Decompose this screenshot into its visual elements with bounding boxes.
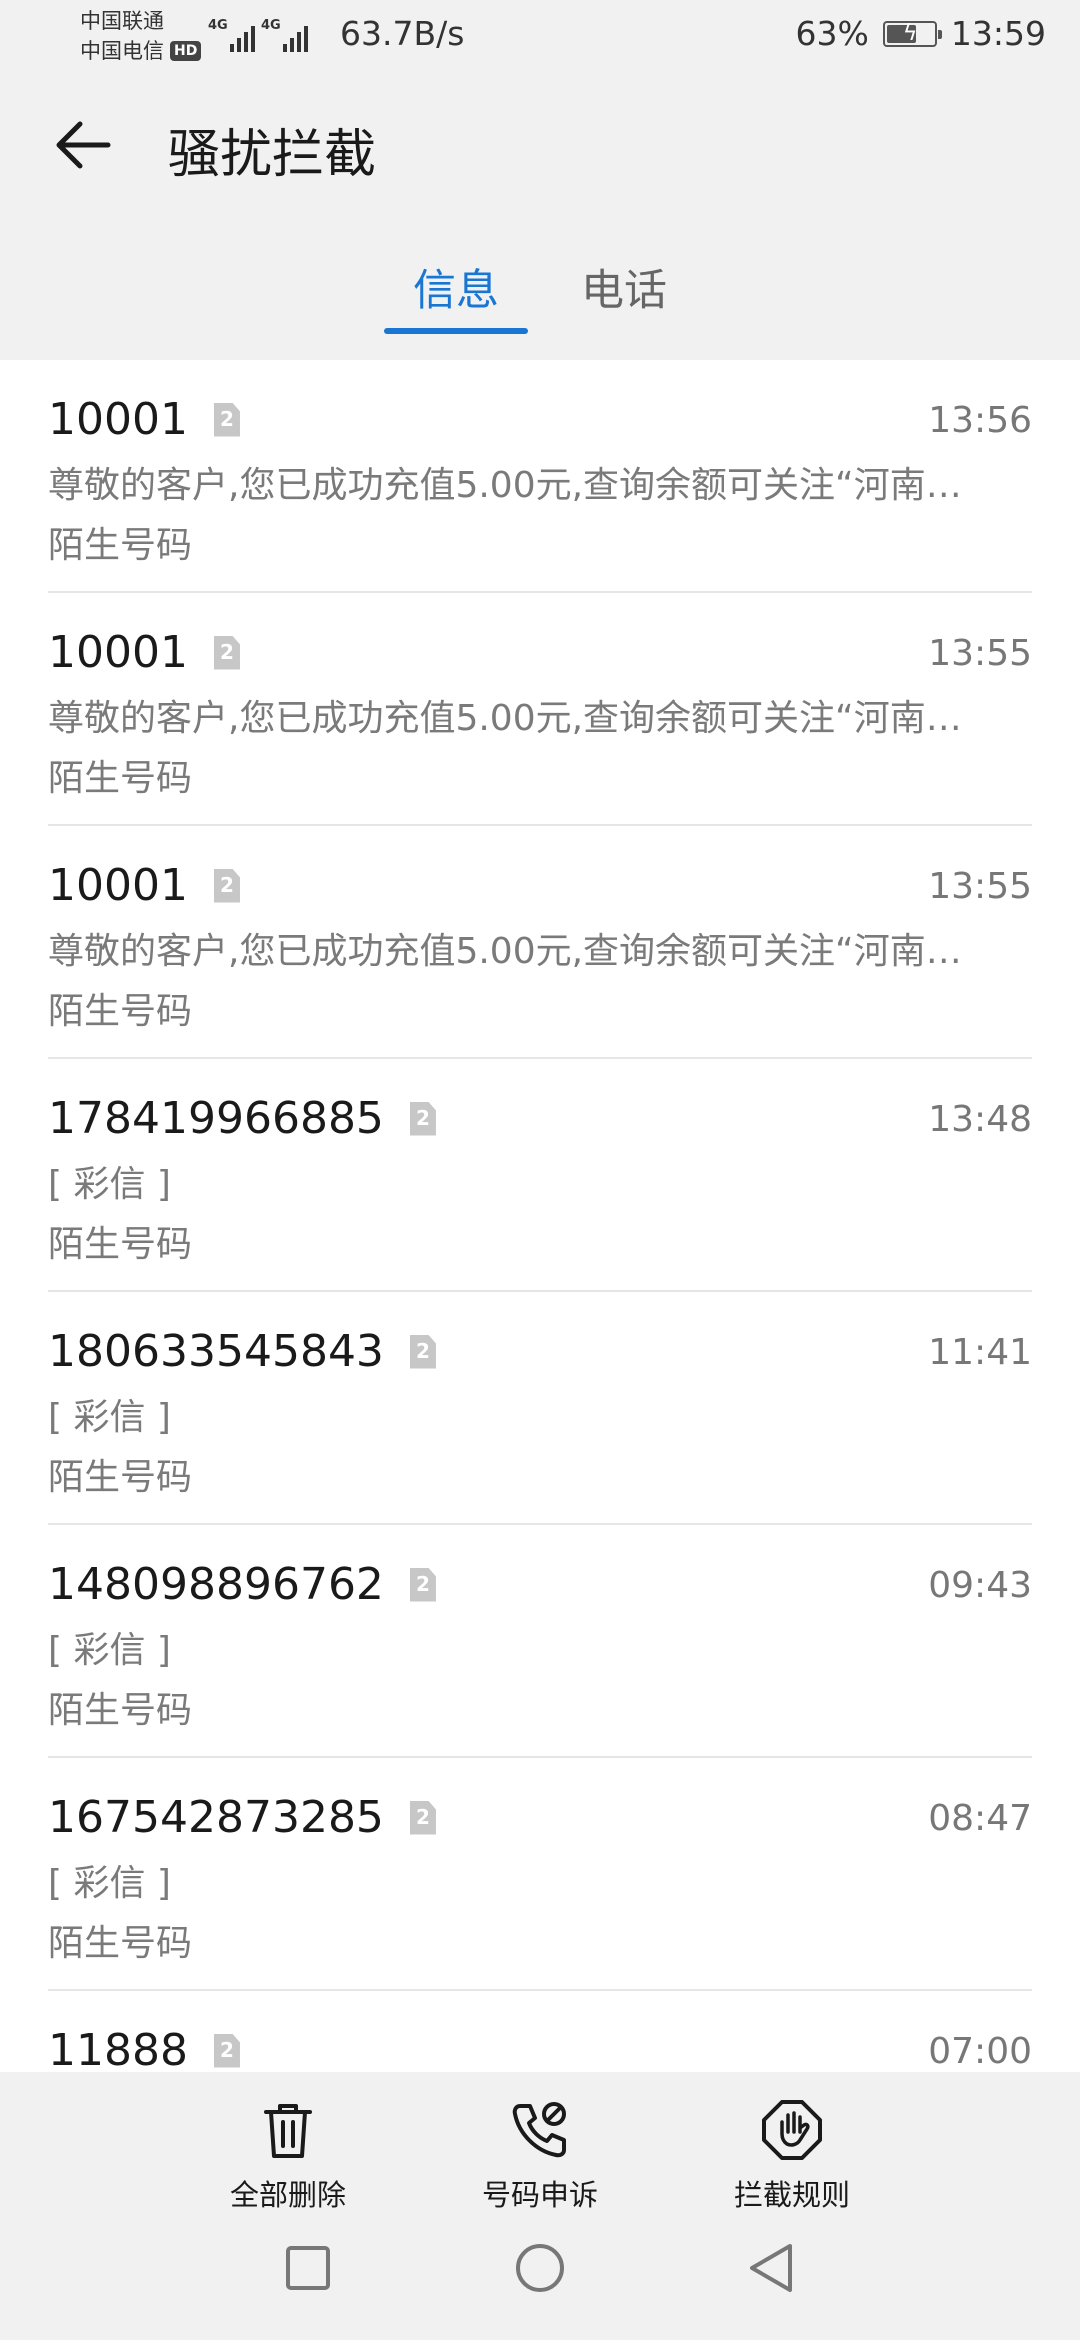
tab-messages[interactable]: 信息 <box>384 256 528 318</box>
phone-blocked-icon <box>512 2102 566 2158</box>
battery-icon: ϟ <box>882 20 942 47</box>
list-item[interactable]: 148098896762 2 09:43 [ 彩信 ] 陌生号码 <box>48 1525 1032 1758</box>
sim-card-icon: 2 <box>213 635 240 670</box>
number-appeal-button[interactable]: 号码申诉 <box>440 2098 640 2214</box>
number-tag: 陌生号码 <box>48 1457 193 1498</box>
message-time: 07:00 <box>928 2031 1032 2072</box>
sim-card-icon: 2 <box>409 1101 436 1136</box>
list-item[interactable]: 10001 2 13:55 尊敬的客户,您已成功充值5.00元,查询余额可关注“河… <box>48 593 1032 826</box>
message-time: 09:43 <box>928 1565 1032 1606</box>
list-item[interactable]: 180633545843 2 11:41 [ 彩信 ] 陌生号码 <box>48 1292 1032 1525</box>
status-right: 63% ϟ 13:59 <box>796 14 1046 53</box>
number-appeal-label: 号码申诉 <box>481 2178 598 2212</box>
number-tag: 陌生号码 <box>48 1690 193 1731</box>
sim-card-icon: 2 <box>409 1567 436 1602</box>
home-icon[interactable] <box>510 2238 570 2298</box>
charging-icon: ϟ <box>902 20 918 46</box>
tab-calls[interactable]: 电话 <box>560 256 688 318</box>
carrier-1: 中国联通 <box>80 9 164 33</box>
number-tag: 陌生号码 <box>48 991 193 1032</box>
delete-all-button[interactable]: 全部删除 <box>188 2098 388 2214</box>
signal-icon: 4G <box>208 18 255 52</box>
sender-number: 148098896762 <box>48 1559 384 1610</box>
message-list[interactable]: 10001 2 13:56 尊敬的客户,您已成功充值5.00元,查询余额可关注“河… <box>0 360 1080 2072</box>
sim-card-icon: 2 <box>409 1334 436 1369</box>
sim-card-icon: 2 <box>409 1800 436 1835</box>
title-bar: 骚扰拦截 <box>0 72 1080 222</box>
recent-apps-icon[interactable] <box>278 2238 338 2298</box>
network-speed: 63.7B/s <box>340 14 465 53</box>
sender-number: 178419966885 <box>48 1093 384 1144</box>
message-preview: [ 彩信 ] <box>48 1164 171 1205</box>
arrow-left-icon[interactable] <box>50 112 116 178</box>
sender-number: 11888 <box>48 2025 188 2072</box>
sender-number: 10001 <box>48 627 188 678</box>
number-tag: 陌生号码 <box>48 1224 193 1265</box>
sender-number: 10001 <box>48 394 188 445</box>
block-rules-button[interactable]: 拦截规则 <box>692 2098 892 2214</box>
message-time: 13:55 <box>928 866 1032 907</box>
message-preview: [ 彩信 ] <box>48 1630 171 1671</box>
status-bar: 中国联通 中国电信 HD 4G 4G 63.7B/s 63% ϟ 13:59 <box>0 0 1080 72</box>
message-preview: [ 彩信 ] <box>48 1863 171 1904</box>
signal-icons: 4G 4G <box>208 16 308 52</box>
page-title: 骚扰拦截 <box>168 125 377 185</box>
hd-badge: HD <box>170 41 202 61</box>
hand-stop-icon <box>762 2100 822 2160</box>
signal-icon: 4G <box>261 18 308 52</box>
block-rules-label: 拦截规则 <box>733 2178 850 2212</box>
sim-card-icon: 2 <box>213 402 240 437</box>
network-type-1: 4G <box>208 18 228 33</box>
sim-card-icon: 2 <box>213 2033 240 2068</box>
message-time: 13:56 <box>928 400 1032 441</box>
message-preview: 尊敬的客户,您已成功充值5.00元,查询余额可关注“河南… <box>48 698 962 739</box>
message-preview: [ 彩信 ] <box>48 1397 171 1438</box>
network-type-2: 4G <box>261 18 281 33</box>
list-item[interactable]: 10001 2 13:56 尊敬的客户,您已成功充值5.00元,查询余额可关注“河… <box>48 360 1032 593</box>
back-triangle-icon[interactable] <box>742 2238 802 2298</box>
message-time: 08:47 <box>928 1798 1032 1839</box>
list-item[interactable]: 10001 2 13:55 尊敬的客户,您已成功充值5.00元,查询余额可关注“河… <box>48 826 1032 1059</box>
screen: 中国联通 中国电信 HD 4G 4G 63.7B/s 63% ϟ 13:59 骚… <box>0 0 1080 2340</box>
message-time: 13:48 <box>928 1099 1032 1140</box>
number-tag: 陌生号码 <box>48 525 193 566</box>
message-time: 13:55 <box>928 633 1032 674</box>
list-item[interactable]: 167542873285 2 08:47 [ 彩信 ] 陌生号码 <box>48 1758 1032 1991</box>
sim-card-icon: 2 <box>213 868 240 903</box>
carrier-2: 中国电信 <box>80 39 164 63</box>
sender-number: 180633545843 <box>48 1326 384 1377</box>
tab-indicator <box>384 328 528 334</box>
sender-number: 10001 <box>48 860 188 911</box>
list-item[interactable]: 11888 2 07:00 <box>48 1991 1032 2072</box>
list-item[interactable]: 178419966885 2 13:48 [ 彩信 ] 陌生号码 <box>48 1059 1032 1292</box>
status-clock: 13:59 <box>950 14 1046 53</box>
tab-bar: 信息 电话 <box>0 248 1080 358</box>
sender-number: 167542873285 <box>48 1792 384 1843</box>
number-tag: 陌生号码 <box>48 1923 193 1964</box>
delete-all-label: 全部删除 <box>229 2178 346 2212</box>
message-time: 11:41 <box>928 1332 1032 1373</box>
navigation-bar <box>0 2210 1080 2340</box>
message-preview: 尊敬的客户,您已成功充值5.00元,查询余额可关注“河南… <box>48 931 962 972</box>
carrier-info: 中国联通 中国电信 HD <box>80 6 202 66</box>
trash-icon <box>264 2104 312 2158</box>
battery-percent: 63% <box>795 14 869 53</box>
bottom-toolbar: 全部删除 号码申诉 拦截规则 <box>0 2072 1080 2212</box>
number-tag: 陌生号码 <box>48 758 193 799</box>
message-preview: 尊敬的客户,您已成功充值5.00元,查询余额可关注“河南… <box>48 465 962 506</box>
